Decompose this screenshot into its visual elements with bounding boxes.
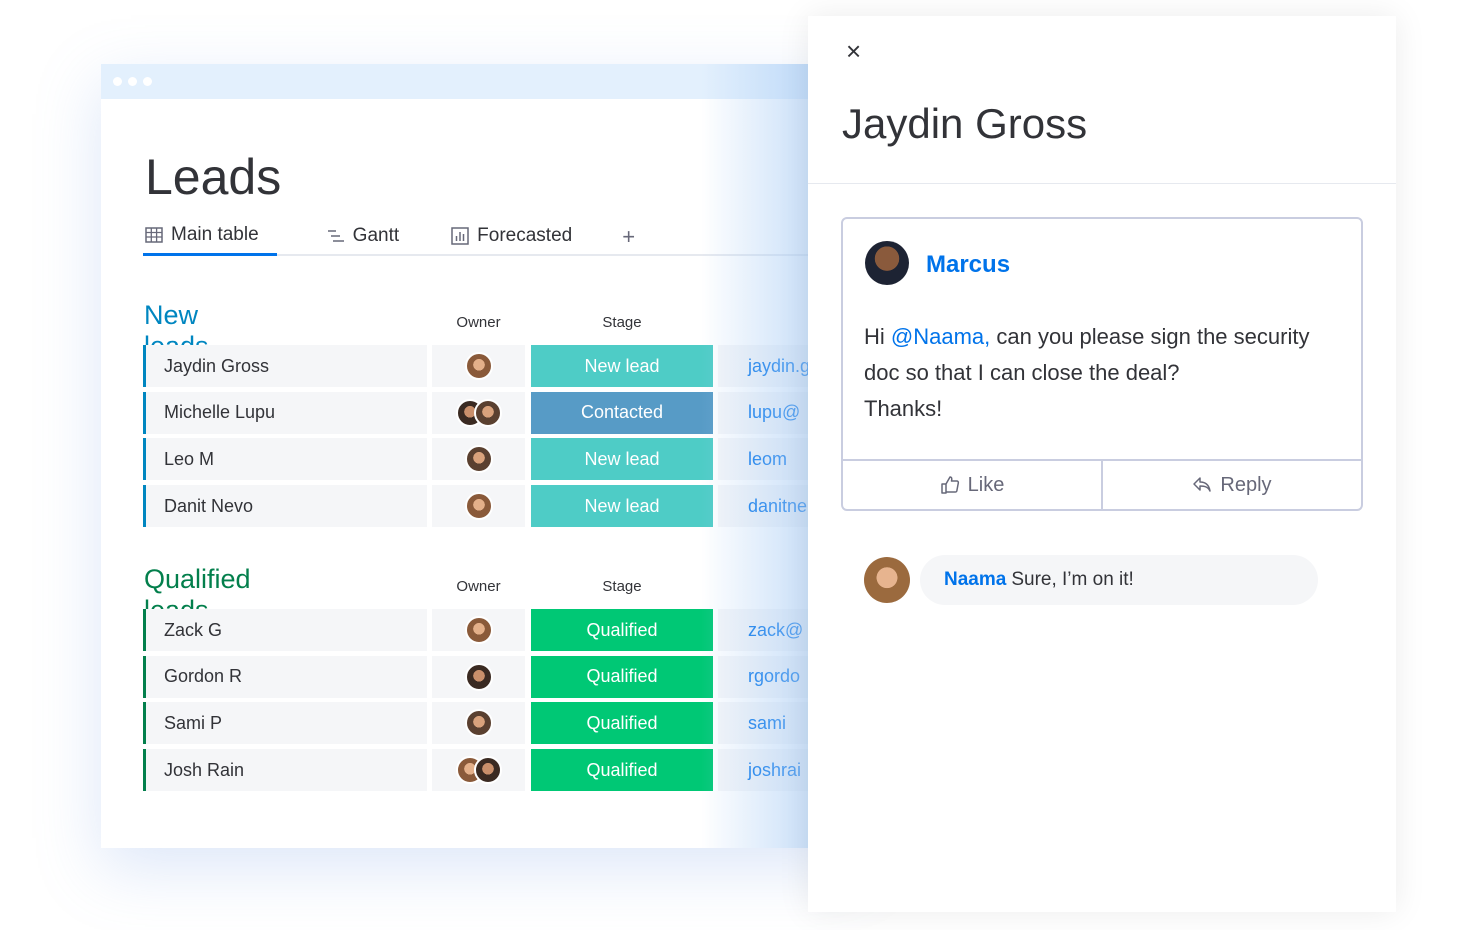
item-name[interactable]: Gordon R xyxy=(143,655,427,698)
table-row[interactable]: Zack G Qualified zack@ xyxy=(143,609,861,651)
owner-avatar[interactable] xyxy=(464,445,493,474)
owner-avatar[interactable] xyxy=(473,398,502,427)
stage-status[interactable]: New lead xyxy=(531,485,713,528)
mention-link[interactable]: @Naama, xyxy=(891,324,990,349)
page-title: Leads xyxy=(145,149,282,205)
item-detail-panel: × Jaydin Gross Marcus Hi @Naama, can you… xyxy=(808,16,1396,912)
tab-label: Main table xyxy=(171,223,259,245)
chart-icon xyxy=(451,227,469,245)
item-name[interactable]: Sami P xyxy=(143,702,427,745)
post-signoff: Thanks! xyxy=(864,396,943,421)
post-author[interactable]: Marcus xyxy=(926,251,1010,279)
column-header-stage: Stage xyxy=(602,578,642,595)
update-card: Marcus Hi @Naama, can you please sign th… xyxy=(841,217,1363,511)
stage-status[interactable]: Qualified xyxy=(531,655,713,698)
owner-cell[interactable] xyxy=(432,438,525,481)
thumbs-up-icon xyxy=(940,476,959,494)
greeting: Hi xyxy=(864,324,891,349)
owner-cell[interactable] xyxy=(432,655,525,698)
like-label: Like xyxy=(967,473,1005,496)
table-row[interactable]: Leo M New lead leom xyxy=(143,438,861,481)
owner-avatar[interactable] xyxy=(464,492,493,521)
item-name[interactable]: Danit Nevo xyxy=(143,485,427,528)
table-row[interactable]: Danit Nevo New lead danitne xyxy=(143,485,861,528)
window-dot xyxy=(113,77,122,86)
tab-label: Forecasted xyxy=(477,225,573,246)
stage-status[interactable]: New lead xyxy=(531,438,713,481)
gantt-icon xyxy=(327,230,344,242)
reply-label: Reply xyxy=(1220,473,1272,496)
owner-cell[interactable] xyxy=(432,749,525,792)
item-title: Jaydin Gross xyxy=(842,100,1088,147)
window-titlebar xyxy=(101,64,861,99)
owner-cell[interactable] xyxy=(432,391,525,434)
owner-avatar[interactable] xyxy=(464,709,493,738)
tab-gantt[interactable]: Gantt xyxy=(325,222,401,256)
owner-avatar[interactable] xyxy=(464,616,493,644)
reply-button[interactable]: Reply xyxy=(1101,461,1361,509)
table-row[interactable]: Jaydin Gross New lead jaydin.g xyxy=(143,345,861,387)
board-window: Leads Main table Gantt Forecasted + New … xyxy=(101,64,861,848)
item-name[interactable]: Josh Rain xyxy=(143,749,427,792)
table-icon xyxy=(145,226,163,243)
item-name[interactable]: Leo M xyxy=(143,438,427,481)
reply-icon xyxy=(1193,477,1212,492)
tab-forecasted[interactable]: Forecasted xyxy=(449,222,574,256)
avatar xyxy=(865,241,909,285)
post-actions: Like Reply xyxy=(843,459,1361,509)
tab-label: Gantt xyxy=(352,225,400,246)
window-dot xyxy=(128,77,137,86)
column-header-stage: Stage xyxy=(602,314,642,331)
stage-status[interactable]: Qualified xyxy=(531,609,713,651)
stage-status[interactable]: Contacted xyxy=(531,391,713,434)
stage-status[interactable]: New lead xyxy=(531,345,713,387)
reply-author[interactable]: Naama xyxy=(944,569,1006,591)
owner-cell[interactable] xyxy=(432,702,525,745)
close-icon[interactable]: × xyxy=(846,36,861,67)
table-row[interactable]: Michelle Lupu Contacted lupu@ xyxy=(143,391,861,434)
reply-bubble: Naama Sure, I’m on it! xyxy=(920,555,1318,605)
table-row[interactable]: Sami P Qualified sami xyxy=(143,702,861,745)
window-dot xyxy=(143,77,152,86)
table-row[interactable]: Gordon R Qualified rgordo xyxy=(143,655,861,698)
owner-cell[interactable] xyxy=(432,345,525,387)
item-name[interactable]: Michelle Lupu xyxy=(143,391,427,434)
stage-status[interactable]: Qualified xyxy=(531,749,713,792)
owner-avatar[interactable] xyxy=(464,662,493,691)
tab-main-table[interactable]: Main table xyxy=(143,222,277,256)
owner-avatar[interactable] xyxy=(473,756,502,785)
reply-text: Sure, I’m on it! xyxy=(1011,569,1134,590)
stage-status[interactable]: Qualified xyxy=(531,702,713,745)
like-button[interactable]: Like xyxy=(843,461,1101,509)
add-view-button[interactable]: + xyxy=(622,224,635,250)
owner-cell[interactable] xyxy=(432,609,525,651)
item-name[interactable]: Jaydin Gross xyxy=(143,345,427,387)
divider xyxy=(808,183,1396,184)
owner-cell[interactable] xyxy=(432,485,525,528)
avatar xyxy=(864,557,910,603)
reply-item: Naama Sure, I’m on it! xyxy=(864,555,1318,605)
owner-avatar[interactable] xyxy=(464,352,493,380)
table-row[interactable]: Josh Rain Qualified joshrai xyxy=(143,749,861,792)
column-header-owner: Owner xyxy=(456,578,501,595)
post-body: Hi @Naama, can you please sign the secur… xyxy=(864,319,1334,427)
item-name[interactable]: Zack G xyxy=(143,609,427,651)
column-header-owner: Owner xyxy=(456,314,501,331)
view-tabs: Main table Gantt Forecasted + xyxy=(143,222,861,256)
